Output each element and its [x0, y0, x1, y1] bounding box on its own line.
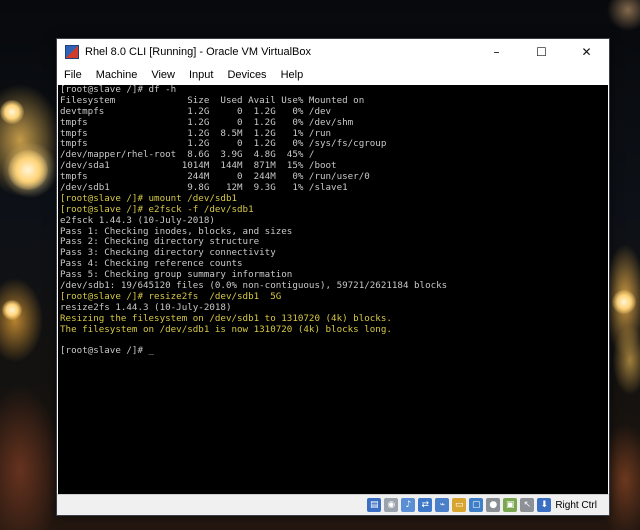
menu-devices[interactable]: Devices — [220, 69, 273, 81]
display-icon[interactable]: ▢ — [469, 498, 484, 512]
terminal-line: e2fsck 1.44.3 (10-July-2018) — [60, 214, 215, 226]
lamp-light — [2, 300, 22, 320]
host-key-label[interactable]: Right Ctrl — [555, 500, 597, 511]
menu-file[interactable]: File — [57, 69, 89, 81]
maximize-button[interactable]: ☐ — [519, 39, 564, 65]
menu-view[interactable]: View — [144, 69, 182, 81]
terminal-output: [root@slave /]# df -h Filesystem Size Use… — [60, 85, 447, 357]
mouse-integration-icon[interactable]: ↖ — [520, 498, 535, 512]
optical-drive-icon[interactable]: ◉ — [384, 498, 399, 512]
vm-console-screen[interactable]: [root@slave /]# df -h Filesystem Size Use… — [58, 85, 608, 494]
status-bar: ▤ ◉ ♪ ⇄ ⌁ ▭ ▢ ● ▣ ↖ ⬇ Right Ctrl — [57, 494, 609, 515]
menu-machine[interactable]: Machine — [89, 69, 145, 81]
terminal-line: [root@slave /]# _ — [60, 345, 155, 357]
terminal-line: tmpfs 1.2G 0 1.2G 0% /dev/shm — [60, 116, 354, 128]
menu-help[interactable]: Help — [274, 69, 311, 81]
cpu-icon[interactable]: ▣ — [503, 498, 518, 512]
video-capture-icon[interactable]: ● — [486, 498, 501, 512]
shared-folder-icon[interactable]: ▭ — [452, 498, 467, 512]
lamp-light — [0, 100, 24, 124]
audio-icon[interactable]: ♪ — [401, 498, 416, 512]
menu-input[interactable]: Input — [182, 69, 220, 81]
network-icon[interactable]: ⇄ — [418, 498, 433, 512]
usb-icon[interactable]: ⌁ — [435, 498, 450, 512]
lamp-light — [612, 290, 636, 314]
title-bar[interactable]: Rhel 8.0 CLI [Running] - Oracle VM Virtu… — [57, 39, 609, 65]
virtualbox-window: Rhel 8.0 CLI [Running] - Oracle VM Virtu… — [56, 38, 610, 516]
keyboard-capture-icon[interactable]: ⬇ — [537, 498, 552, 512]
terminal-line: The filesystem on /dev/sdb1 is now 13107… — [60, 323, 392, 335]
hard-disk-icon[interactable]: ▤ — [367, 498, 382, 512]
menu-bar: File Machine View Input Devices Help — [57, 65, 609, 85]
terminal-line: Resizing the filesystem on /dev/sdb1 to … — [60, 312, 392, 324]
window-controls: – ☐ ✕ — [474, 39, 609, 65]
minimize-button[interactable]: – — [474, 39, 519, 65]
close-button[interactable]: ✕ — [564, 39, 609, 65]
lamp-light — [8, 150, 48, 190]
virtualbox-app-icon — [65, 45, 79, 59]
window-title: Rhel 8.0 CLI [Running] - Oracle VM Virtu… — [85, 46, 312, 58]
